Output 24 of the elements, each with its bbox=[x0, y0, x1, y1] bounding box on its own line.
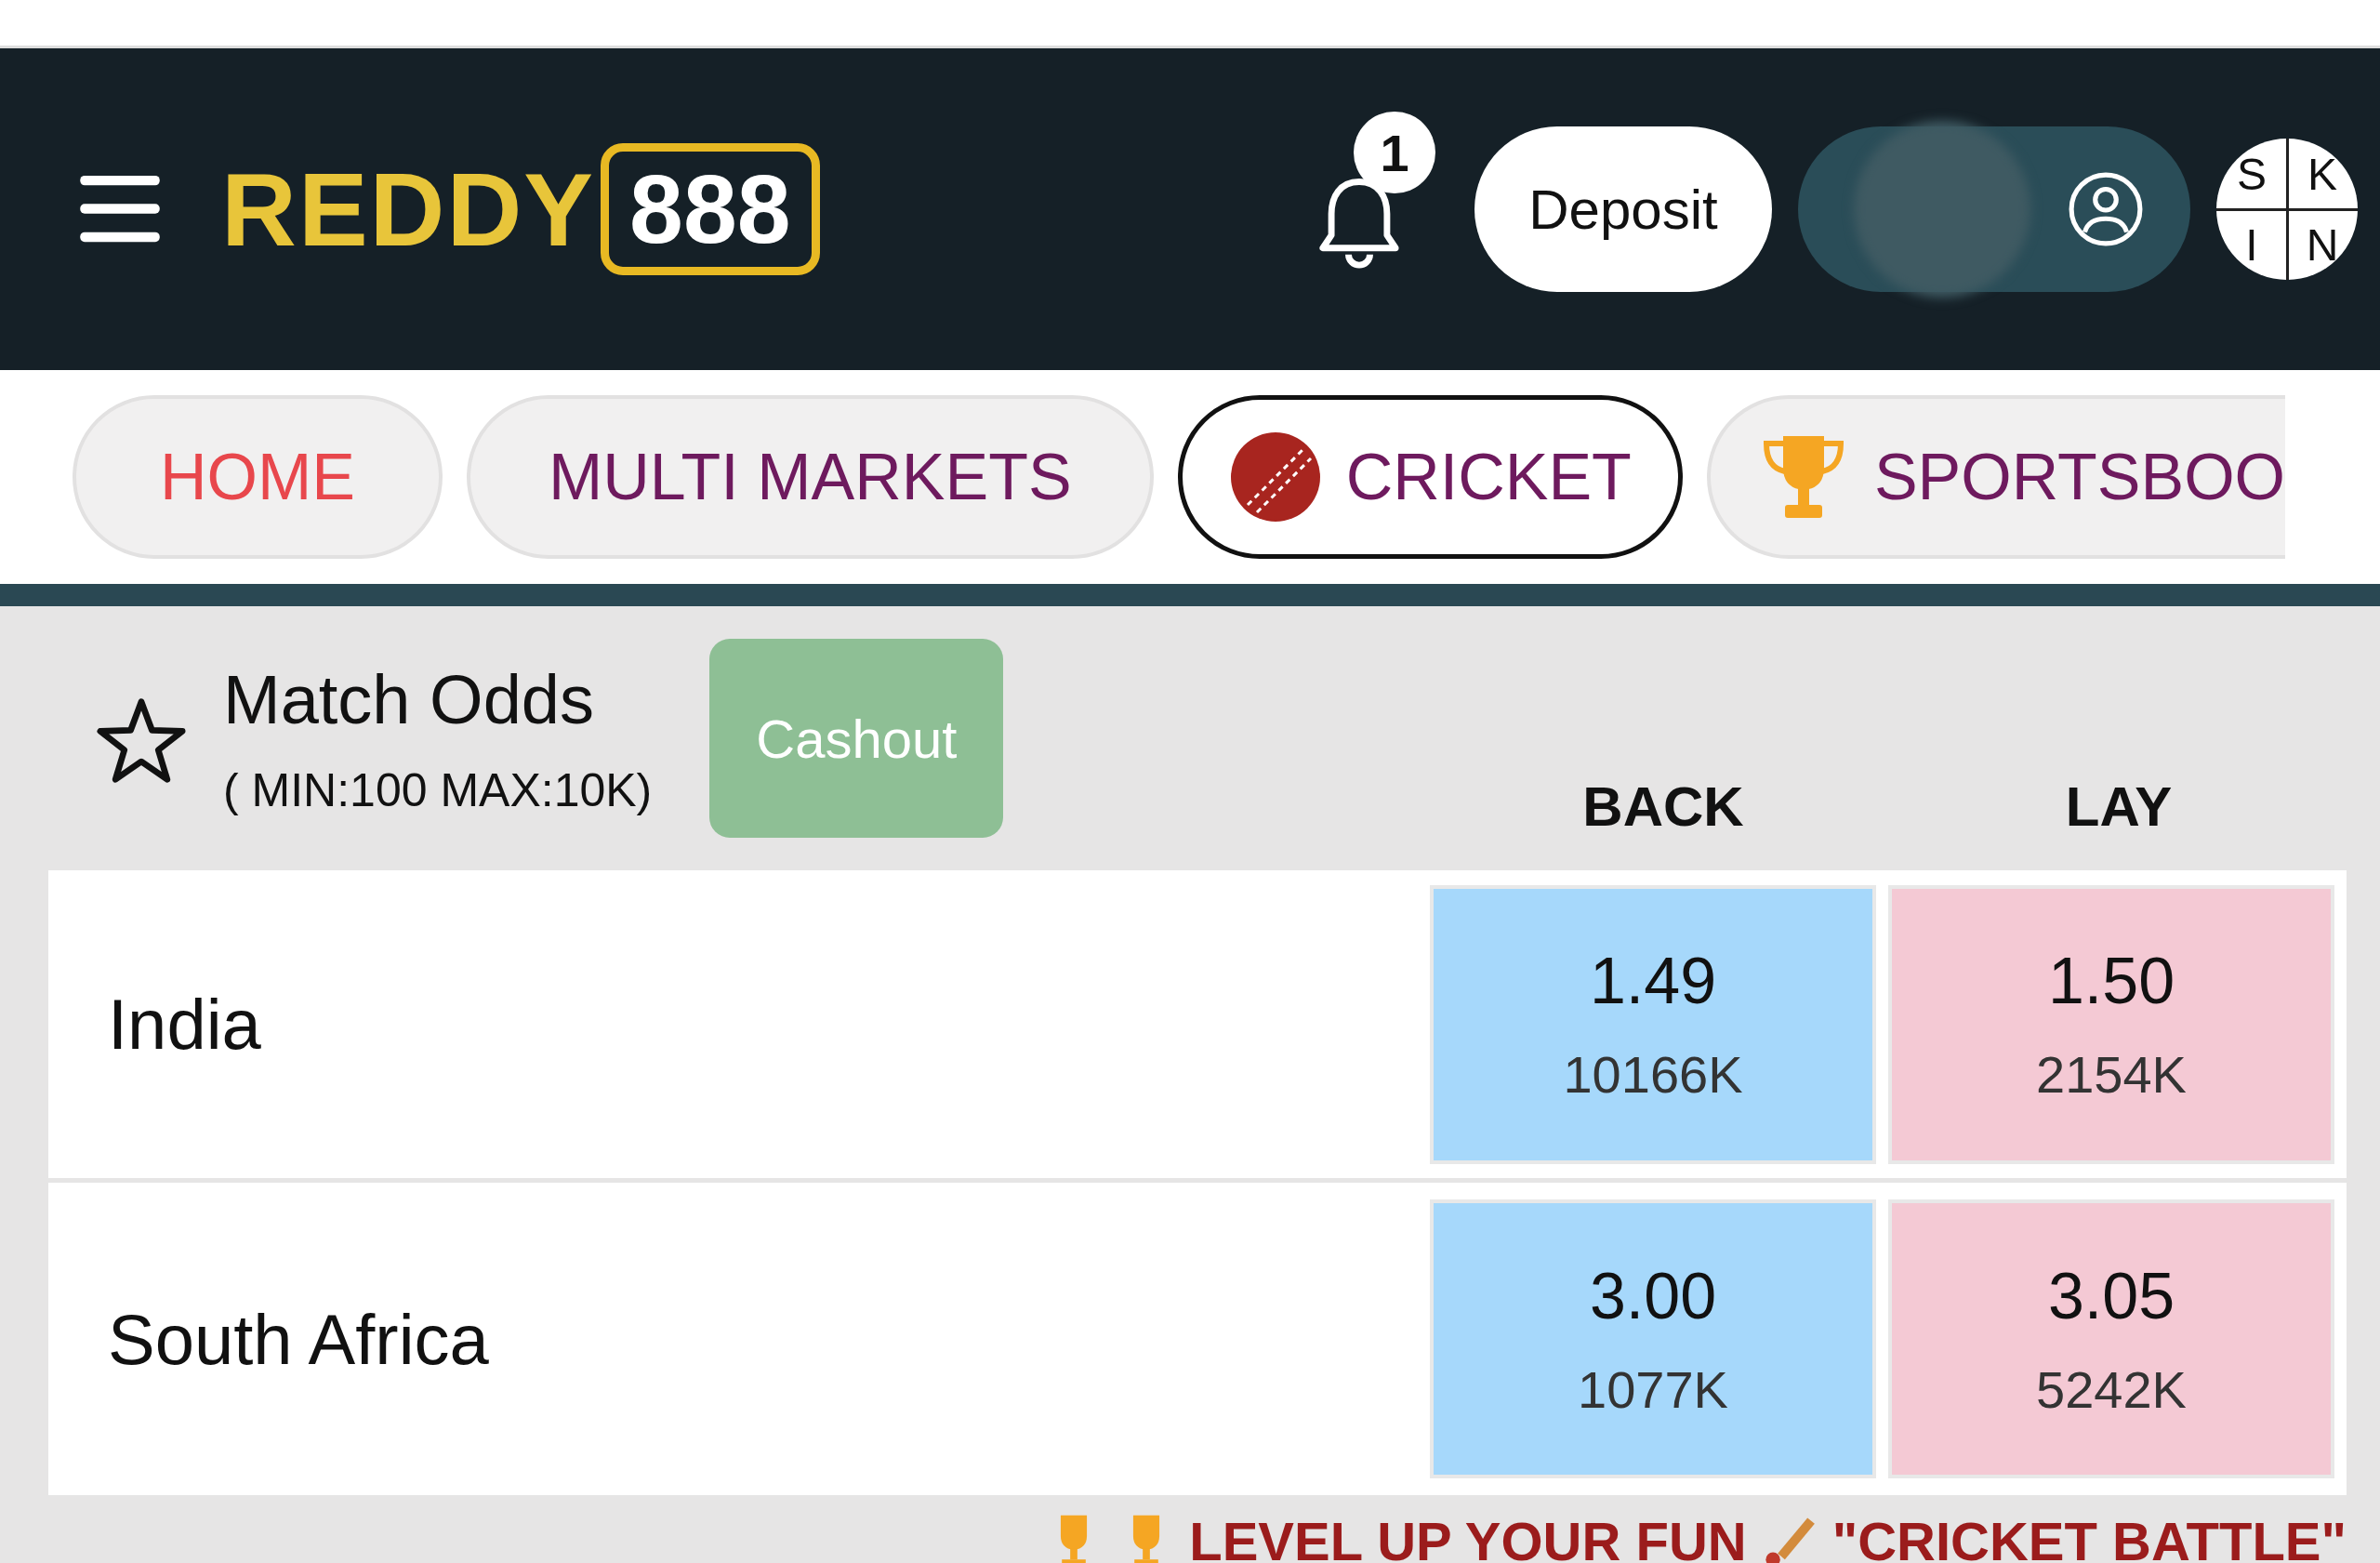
promo-text: LEVEL UP YOUR FUN bbox=[1189, 1510, 1747, 1563]
nav-tab[interactable]: MULTI MARKETS bbox=[467, 395, 1154, 559]
star-icon[interactable] bbox=[97, 696, 186, 786]
user-icon bbox=[2068, 171, 2144, 247]
menu-icon[interactable] bbox=[80, 174, 160, 245]
skin-button[interactable]: S K I N bbox=[2216, 139, 2358, 280]
promo-text: "CRICKET BATTLE" bbox=[1831, 1510, 2347, 1563]
team-name: South Africa bbox=[107, 1298, 490, 1380]
lay-odds-button[interactable]: 3.05 5242K bbox=[1888, 1199, 2334, 1478]
deposit-button[interactable]: Deposit bbox=[1474, 126, 1772, 292]
logo-number: 888 bbox=[601, 143, 820, 275]
cricket-ball-icon bbox=[1228, 430, 1322, 523]
column-header: LAY bbox=[2064, 775, 2174, 839]
back-odds-button[interactable]: 1.49 10166K bbox=[1430, 884, 1876, 1164]
nav-tab[interactable]: SPORTSBOO bbox=[1706, 395, 2286, 559]
market-title: Match Odds bbox=[223, 659, 595, 739]
notification-badge: 1 bbox=[1354, 112, 1435, 193]
team-name: India bbox=[107, 984, 262, 1065]
lay-odds-button[interactable]: 1.50 2154K bbox=[1888, 884, 2334, 1164]
logo-word: REDDY bbox=[221, 150, 596, 270]
nav-tab[interactable]: CRICKET bbox=[1177, 395, 1683, 559]
market-limits: ( MIN:100 MAX:10K) bbox=[223, 762, 653, 817]
back-odds-button[interactable]: 3.00 1077K bbox=[1430, 1199, 1876, 1478]
column-header: BACK bbox=[1581, 775, 1745, 839]
